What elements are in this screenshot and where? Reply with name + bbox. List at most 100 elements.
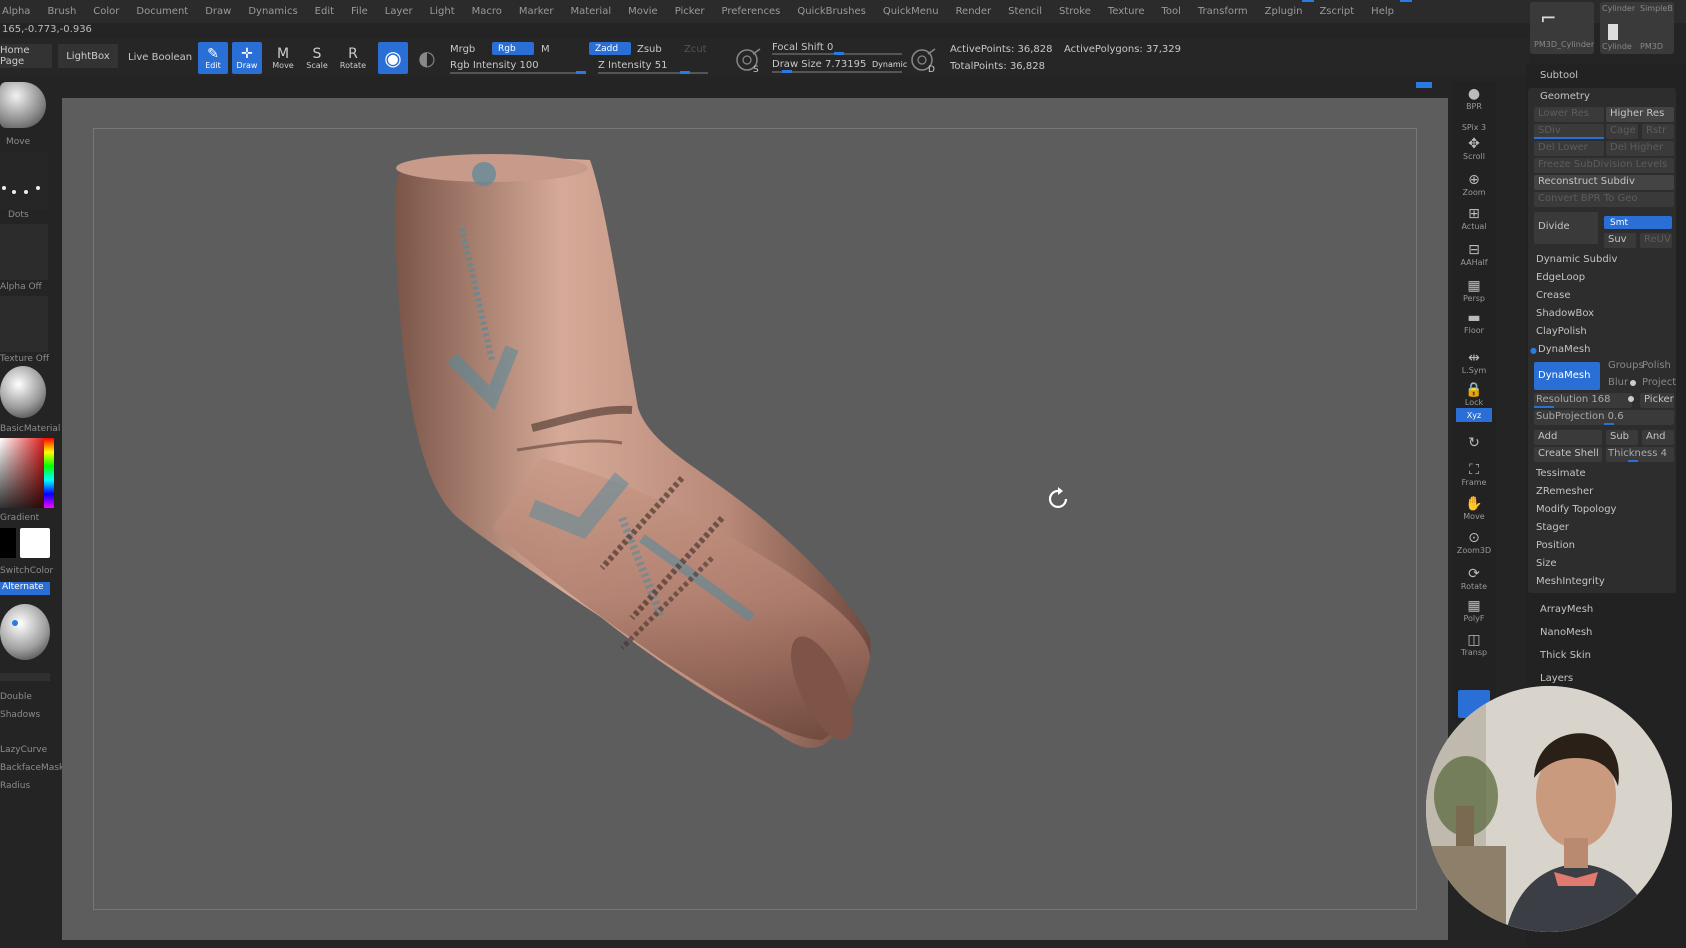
- shelf-persp-button[interactable]: ▦ Persp: [1456, 276, 1492, 306]
- picker-button[interactable]: Picker: [1640, 393, 1674, 408]
- section-stager[interactable]: Stager: [1536, 522, 1569, 533]
- brush-thumbnail-icon[interactable]: [0, 82, 46, 128]
- mrgb-toggle[interactable]: Mrgb: [450, 44, 475, 55]
- subprojection-slider[interactable]: SubProjection 0.6: [1534, 410, 1674, 425]
- menu-item[interactable]: Light: [430, 6, 455, 17]
- lightbox-button[interactable]: LightBox: [58, 44, 118, 68]
- section-zremesher[interactable]: ZRemesher: [1536, 486, 1593, 497]
- menu-item[interactable]: Stencil: [1008, 6, 1042, 17]
- menu-item[interactable]: QuickBrushes: [797, 6, 866, 17]
- tool-move-button[interactable]: M Move: [268, 42, 298, 74]
- menu-item[interactable]: Edit: [315, 6, 334, 17]
- reuv-toggle[interactable]: ReUV: [1640, 233, 1672, 248]
- sub-button[interactable]: Sub: [1606, 430, 1638, 445]
- menu-item[interactable]: Material: [570, 6, 611, 17]
- tool-edit-button[interactable]: ✎ Edit: [198, 42, 228, 74]
- rgb-toggle[interactable]: Rgb: [492, 42, 534, 55]
- shelf-lsym-button[interactable]: ⇹ L.Sym: [1456, 348, 1492, 378]
- lower-res-button[interactable]: Lower Res: [1534, 107, 1604, 122]
- subtool-thumbnail-2[interactable]: Cylinder SimpleB Cylinde PM3D: [1600, 2, 1674, 54]
- del-lower-button[interactable]: Del Lower: [1534, 141, 1604, 156]
- dynamesh-button[interactable]: DynaMesh: [1534, 362, 1600, 390]
- section-arraymesh[interactable]: ArrayMesh: [1540, 604, 1593, 615]
- thickness-slider[interactable]: Thickness 4: [1606, 447, 1674, 462]
- higher-res-button[interactable]: Higher Res: [1606, 107, 1674, 122]
- shadows-toggle[interactable]: Shadows: [0, 710, 40, 720]
- shelf-zoom3d-button[interactable]: ⊙ Zoom3D: [1456, 528, 1492, 558]
- del-higher-button[interactable]: Del Higher: [1606, 141, 1674, 156]
- smt-toggle[interactable]: Smt: [1604, 216, 1672, 229]
- live-boolean-button[interactable]: Live Boolean: [128, 52, 192, 63]
- menu-item[interactable]: Picker: [675, 6, 705, 17]
- shelf-move-button[interactable]: ✋ Move: [1456, 494, 1492, 524]
- menu-item[interactable]: Macro: [472, 6, 502, 17]
- zadd-toggle[interactable]: Zadd: [589, 42, 631, 55]
- section-tessimate[interactable]: Tessimate: [1536, 468, 1586, 479]
- z-intensity-track[interactable]: [598, 72, 708, 74]
- focal-shift-knob[interactable]: [834, 52, 844, 55]
- menu-item[interactable]: Transform: [1198, 6, 1248, 17]
- rgb-intensity-knob[interactable]: [576, 71, 586, 74]
- home-page-button[interactable]: Home Page: [0, 44, 52, 68]
- shelf-actual-button[interactable]: ⊞ Actual: [1456, 204, 1492, 234]
- geometry-header[interactable]: Geometry: [1540, 91, 1590, 102]
- menu-item[interactable]: Color: [93, 6, 119, 17]
- m-toggle[interactable]: M: [541, 44, 550, 55]
- section-position[interactable]: Position: [1536, 540, 1575, 551]
- menu-item[interactable]: Dynamics: [248, 6, 297, 17]
- suv-toggle[interactable]: Suv: [1604, 233, 1636, 248]
- shelf-bpr-button[interactable]: ● BPR: [1456, 84, 1492, 114]
- rgb-intensity-slider[interactable]: Rgb Intensity 100: [450, 60, 539, 71]
- color-picker[interactable]: [0, 438, 54, 508]
- material-sphere-icon[interactable]: ◐: [412, 42, 442, 74]
- menu-item[interactable]: Brush: [47, 6, 76, 17]
- menu-item[interactable]: Stroke: [1059, 6, 1091, 17]
- shelf-zoom-button[interactable]: ⊕ Zoom: [1456, 170, 1492, 200]
- alpha-thumbnail[interactable]: [0, 224, 48, 280]
- draw-size-knob[interactable]: [782, 70, 792, 73]
- alternate-toggle[interactable]: Alternate: [0, 582, 50, 595]
- resolution-slider[interactable]: Resolution 168: [1534, 393, 1632, 408]
- sdiv-slider[interactable]: SDiv: [1534, 124, 1604, 139]
- convert-bpr-button[interactable]: Convert BPR To Geo: [1534, 192, 1674, 207]
- shelf-polyf-button[interactable]: ▦ PolyF: [1456, 596, 1492, 626]
- focal-shift-slider[interactable]: Focal Shift 0: [772, 42, 833, 53]
- z-intensity-slider[interactable]: Z Intensity 51: [598, 60, 667, 71]
- groups-toggle[interactable]: Groups: [1608, 360, 1644, 371]
- menu-item[interactable]: Preferences: [722, 6, 781, 17]
- z-intensity-knob[interactable]: [680, 71, 690, 74]
- cage-button[interactable]: Cage: [1606, 124, 1638, 139]
- shelf-scroll-button[interactable]: ✥ Scroll: [1456, 134, 1492, 164]
- menu-item[interactable]: Texture: [1108, 6, 1145, 17]
- resolution-knob[interactable]: [1628, 396, 1634, 402]
- menu-item[interactable]: Layer: [385, 6, 413, 17]
- radius-slider[interactable]: Radius: [0, 781, 30, 791]
- section-crease[interactable]: Crease: [1536, 290, 1571, 301]
- backfacemask-toggle[interactable]: BackfaceMask: [0, 763, 64, 773]
- section-thick-skin[interactable]: Thick Skin: [1540, 650, 1591, 661]
- rstr-button[interactable]: Rstr: [1642, 124, 1674, 139]
- menu-item[interactable]: Marker: [519, 6, 554, 17]
- freeze-subdiv-button[interactable]: Freeze SubDivision Levels: [1534, 158, 1674, 173]
- shelf-transp-button[interactable]: ◫ Transp: [1456, 630, 1492, 660]
- primary-color-swatch[interactable]: [20, 528, 50, 558]
- menu-item[interactable]: Draw: [205, 6, 231, 17]
- section-shadowbox[interactable]: ShadowBox: [1536, 308, 1594, 319]
- subtool-thumbnail-1[interactable]: ⌐ PM3D_Cylinder: [1530, 2, 1594, 54]
- shelf-rotate-button[interactable]: ↻: [1456, 428, 1492, 458]
- add-button[interactable]: Add: [1534, 430, 1602, 445]
- create-shell-button[interactable]: Create Shell: [1534, 447, 1602, 462]
- shelf-rotate-button[interactable]: ⟳ Rotate: [1456, 564, 1492, 594]
- d-dynamics-icon[interactable]: D: [910, 46, 938, 75]
- section-nanomesh[interactable]: NanoMesh: [1540, 627, 1592, 638]
- arm-mesh-model[interactable]: [62, 98, 1448, 940]
- reconstruct-subdiv-button[interactable]: Reconstruct Subdiv: [1534, 175, 1674, 190]
- divide-button[interactable]: Divide: [1534, 212, 1598, 244]
- dynamic-toggle[interactable]: Dynamic: [872, 60, 907, 69]
- shelf-frame-button[interactable]: ⛶ Frame: [1456, 460, 1492, 490]
- document-canvas[interactable]: [62, 98, 1448, 940]
- section-meshintegrity[interactable]: MeshIntegrity: [1536, 576, 1605, 587]
- lightsource-sphere[interactable]: [0, 604, 50, 660]
- menu-item[interactable]: File: [351, 6, 368, 17]
- lazycurve-toggle[interactable]: LazyCurve: [0, 745, 47, 755]
